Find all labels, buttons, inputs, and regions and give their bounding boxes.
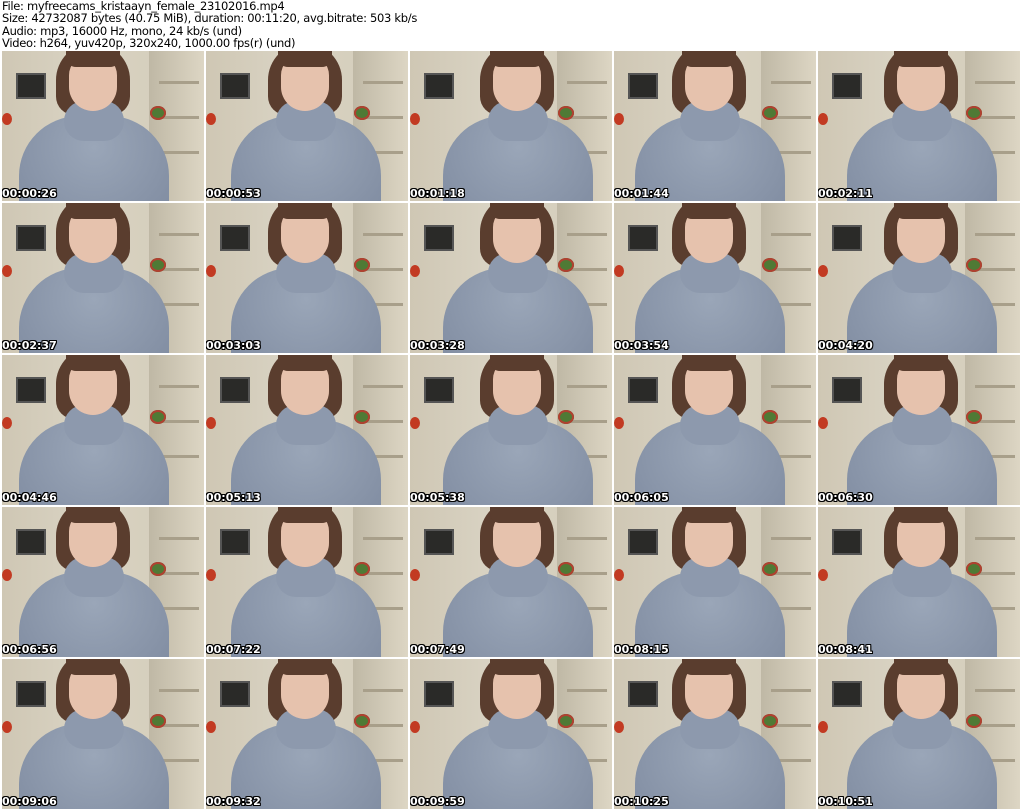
video-thumbnail[interactable]: 00:05:38	[410, 355, 612, 505]
video-thumbnail[interactable]: 00:05:13	[206, 355, 408, 505]
timestamp: 00:09:06	[2, 795, 57, 808]
timestamp: 00:05:13	[206, 491, 261, 504]
video-thumbnail[interactable]: 00:08:15	[614, 507, 816, 657]
person	[822, 659, 1020, 809]
timestamp: 00:06:56	[2, 643, 57, 656]
timestamp: 00:09:59	[410, 795, 465, 808]
video-thumbnail[interactable]: 00:09:06	[2, 659, 204, 809]
timestamp: 00:07:49	[410, 643, 465, 656]
video-thumbnail[interactable]: 00:02:11	[818, 51, 1020, 201]
person	[418, 659, 612, 809]
person	[206, 51, 408, 201]
video-thumbnail[interactable]: 00:04:20	[818, 203, 1020, 353]
timestamp: 00:05:38	[410, 491, 465, 504]
person	[822, 355, 1020, 505]
timestamp: 00:02:11	[818, 187, 873, 200]
timestamp: 00:06:05	[614, 491, 669, 504]
video-thumbnail[interactable]: 00:10:25	[614, 659, 816, 809]
video-thumbnail[interactable]: 00:01:18	[410, 51, 612, 201]
person	[614, 659, 812, 809]
timestamp: 00:00:26	[2, 187, 57, 200]
video-thumbnail[interactable]: 00:04:46	[2, 355, 204, 505]
person	[418, 355, 612, 505]
video-thumbnail[interactable]: 00:10:51	[818, 659, 1020, 809]
person	[2, 51, 196, 201]
person	[418, 51, 612, 201]
timestamp: 00:09:32	[206, 795, 261, 808]
timestamp: 00:07:22	[206, 643, 261, 656]
video-thumbnail[interactable]: 00:01:44	[614, 51, 816, 201]
person	[2, 659, 196, 809]
person	[2, 203, 196, 353]
video-thumbnail[interactable]: 00:00:26	[2, 51, 204, 201]
file-size: Size: 42732087 bytes (40.75 MiB), durati…	[2, 11, 418, 26]
video-thumbnail[interactable]: 00:00:53	[206, 51, 408, 201]
video-thumbnail[interactable]: 00:08:41	[818, 507, 1020, 657]
video-thumbnail[interactable]: 00:06:30	[818, 355, 1020, 505]
person	[206, 355, 408, 505]
timestamp: 00:04:20	[818, 339, 873, 352]
timestamp: 00:08:41	[818, 643, 873, 656]
person	[822, 507, 1020, 657]
video-thumbnail[interactable]: 00:02:37	[2, 203, 204, 353]
timestamp: 00:03:28	[410, 339, 465, 352]
timestamp: 00:10:51	[818, 795, 873, 808]
video-info: Video: h264, yuv420p, 320x240, 1000.00 f…	[2, 36, 296, 51]
person	[2, 355, 196, 505]
person	[614, 507, 812, 657]
thumbnail-grid: 00:00:26 00:00:53 00:01:18 00:01:44 00:02:11…	[2, 51, 1020, 809]
file-info-header: File: myfreecams_kristaayn_female_231020…	[2, 0, 417, 50]
timestamp: 00:03:54	[614, 339, 669, 352]
video-thumbnail[interactable]: 00:03:03	[206, 203, 408, 353]
person	[206, 659, 408, 809]
timestamp: 00:01:18	[410, 187, 465, 200]
timestamp: 00:08:15	[614, 643, 669, 656]
timestamp: 00:10:25	[614, 795, 669, 808]
person	[206, 507, 408, 657]
timestamp: 00:03:03	[206, 339, 261, 352]
person	[614, 355, 812, 505]
timestamp: 00:02:37	[2, 339, 57, 352]
video-thumbnail[interactable]: 00:09:32	[206, 659, 408, 809]
video-thumbnail[interactable]: 00:06:56	[2, 507, 204, 657]
video-thumbnail[interactable]: 00:06:05	[614, 355, 816, 505]
video-thumbnail[interactable]: 00:03:28	[410, 203, 612, 353]
person	[206, 203, 408, 353]
video-thumbnail[interactable]: 00:07:49	[410, 507, 612, 657]
timestamp: 00:00:53	[206, 187, 261, 200]
video-thumbnail[interactable]: 00:03:54	[614, 203, 816, 353]
video-thumbnail[interactable]: 00:09:59	[410, 659, 612, 809]
timestamp: 00:01:44	[614, 187, 669, 200]
person	[2, 507, 196, 657]
person	[614, 203, 812, 353]
person	[614, 51, 812, 201]
person	[822, 203, 1020, 353]
video-thumbnail[interactable]: 00:07:22	[206, 507, 408, 657]
person	[822, 51, 1020, 201]
person	[418, 507, 612, 657]
timestamp: 00:04:46	[2, 491, 57, 504]
person	[418, 203, 612, 353]
timestamp: 00:06:30	[818, 491, 873, 504]
